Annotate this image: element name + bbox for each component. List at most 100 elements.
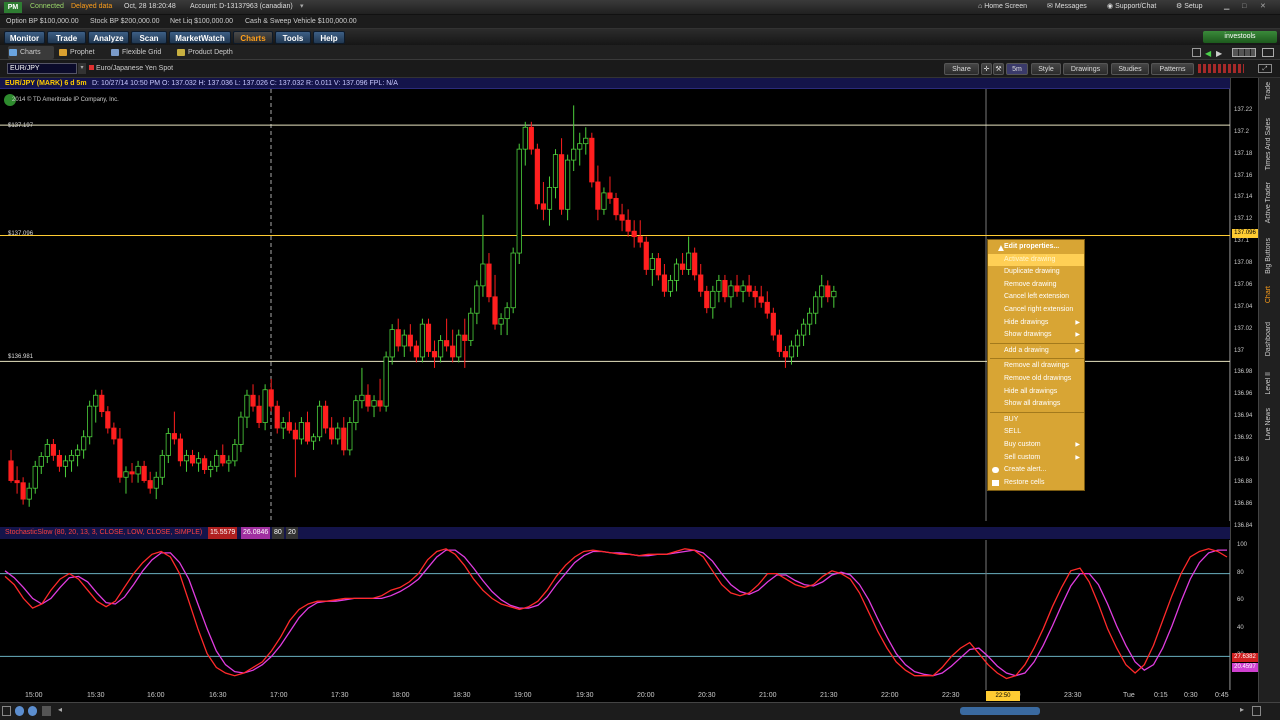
setup-link[interactable]: ⚙ Setup	[1176, 1, 1203, 13]
time-tick-label: 21:00	[759, 692, 777, 699]
candle	[238, 411, 244, 453]
gear-icon: ⚙	[1176, 3, 1185, 10]
price-tick-label: 136.92	[1234, 435, 1253, 442]
patterns-button[interactable]: Patterns	[1151, 63, 1194, 75]
menu-item-hide-drawings[interactable]: Hide drawings ▶	[988, 317, 1084, 329]
maximize-chart-icon[interactable]: ⤢	[1258, 64, 1272, 73]
menu-item-show-all-drawings[interactable]: Show all drawings	[988, 398, 1084, 410]
style-button[interactable]: Style	[1031, 63, 1061, 75]
tab-marketwatch[interactable]: MarketWatch	[169, 31, 231, 44]
menu-item-cancel-left-extension[interactable]: Cancel left extension	[988, 291, 1084, 303]
menu-item-add-a-drawing[interactable]: Add a drawing ▶	[988, 345, 1084, 357]
candle	[782, 346, 789, 368]
candle	[226, 455, 232, 472]
reset-icon[interactable]	[42, 706, 51, 716]
sidebar-item-level-ii[interactable]: Level II	[1265, 372, 1272, 395]
sidebar-item-trade[interactable]: Trade	[1265, 82, 1272, 100]
chart-scrollbar-thumb[interactable]	[960, 707, 1040, 715]
crosshair-icon[interactable]: ✛	[981, 63, 992, 75]
ohlc-readout: D: 10/27/14 10:50 PM O: 137.032 H: 137.0…	[92, 80, 398, 87]
sidebar-item-times-and-sales[interactable]: Times And Sales	[1265, 118, 1272, 170]
menu-item-create-alert[interactable]: Create alert...	[988, 464, 1084, 476]
symbol-input[interactable]	[7, 63, 77, 74]
candle	[819, 274, 825, 308]
time-tick-label: 0:15	[1154, 692, 1168, 699]
time-tick-label: Tue	[1123, 692, 1135, 699]
menu-item-remove-all-drawings[interactable]: Remove all drawings	[988, 360, 1084, 372]
activity-indicator	[1198, 64, 1244, 73]
candle	[825, 280, 831, 303]
tab-charts[interactable]: Charts	[233, 31, 273, 44]
delayed-data-label: Delayed data	[71, 3, 113, 10]
price-tick-label: 137.18	[1234, 150, 1253, 157]
link-icon[interactable]	[1192, 48, 1201, 57]
drawings-button[interactable]: Drawings	[1063, 63, 1108, 75]
wrench-icon[interactable]: ⚒	[993, 63, 1004, 75]
pm-logo: PM	[4, 2, 22, 13]
arrow-right-icon[interactable]: ▶	[1216, 49, 1222, 58]
quote-bar: EUR/JPY (MARK) 6 d 5m D: 10/27/14 10:50 …	[0, 78, 1230, 89]
net-liq: Net Liq $100,000.00	[170, 18, 234, 25]
price-axis[interactable]: 137.22 137.2 137.18 137.16 137.14 137.12 137.1…	[1230, 78, 1258, 690]
subtab-charts[interactable]: Charts	[8, 46, 54, 59]
symbol-dropdown-icon[interactable]: ▾	[78, 63, 86, 74]
sidebar-item-live-news[interactable]: Live News	[1265, 408, 1272, 440]
minimize-button[interactable]: ▁	[1224, 1, 1229, 13]
sidebar-item-big-buttons[interactable]: Big Buttons	[1265, 238, 1272, 274]
menu-item-show-drawings[interactable]: Show drawings ▶	[988, 329, 1084, 341]
studies-button[interactable]: Studies	[1111, 63, 1149, 75]
arrow-left-icon[interactable]: ◀	[1205, 49, 1211, 58]
chevron-down-icon[interactable]: ▾	[300, 1, 304, 13]
pan-icon[interactable]	[28, 706, 37, 716]
sidebar-item-active-trader[interactable]: Active Trader	[1265, 182, 1272, 223]
subtab-prophet[interactable]: Prophet	[58, 46, 106, 59]
candle	[177, 433, 184, 467]
sidebar-item-chart[interactable]: Chart	[1265, 286, 1272, 303]
menu-item-restore-cells[interactable]: Restore cells	[988, 477, 1084, 489]
detach-window-icon[interactable]	[1262, 48, 1274, 57]
investools-button[interactable]: investools	[1203, 31, 1277, 43]
menu-item-sell[interactable]: SELL	[988, 426, 1084, 438]
menu-item-cancel-right-extension[interactable]: Cancel right extension	[988, 304, 1084, 316]
subtab-flexible-grid[interactable]: Flexible Grid	[110, 46, 172, 59]
candle	[583, 127, 589, 155]
tab-tools[interactable]: Tools	[275, 31, 311, 44]
timeframe-button[interactable]: 5m	[1006, 63, 1028, 75]
expand-icon[interactable]	[1252, 706, 1261, 716]
menu-item-remove-old-drawings[interactable]: Remove old drawings	[988, 373, 1084, 385]
menu-item-hide-all-drawings[interactable]: Hide all drawings	[988, 386, 1084, 398]
support-chat-link[interactable]: ◉ Support/Chat	[1107, 1, 1156, 13]
scroll-left-icon[interactable]: ◂	[58, 705, 62, 714]
subtab-product-depth[interactable]: Product Depth	[176, 46, 242, 59]
stoch-k-tag: 27.6382	[1232, 653, 1258, 662]
layout-grid-icon[interactable]	[1232, 48, 1256, 57]
tab-analyze[interactable]: Analyze	[88, 31, 129, 44]
menu-item-remove-drawing[interactable]: Remove drawing	[988, 279, 1084, 291]
menu-item-buy-custom[interactable]: Buy custom ▶	[988, 439, 1084, 451]
tab-trade[interactable]: Trade	[47, 31, 86, 44]
depth-icon	[177, 49, 185, 56]
oversold-value: 20	[286, 527, 298, 539]
scroll-right-icon[interactable]: ▸	[1240, 705, 1244, 714]
maximize-button[interactable]: □	[1242, 1, 1246, 13]
settings-icon[interactable]	[2, 706, 11, 716]
candle	[256, 395, 262, 429]
menu-item-buy[interactable]: BUY	[988, 414, 1084, 426]
menu-item-sell-custom[interactable]: Sell custom ▶	[988, 452, 1084, 464]
home-screen-link[interactable]: ⌂ Home Screen	[978, 1, 1027, 13]
share-button[interactable]: Share	[944, 63, 979, 75]
cash-sweep: Cash & Sweep Vehicle $100,000.00	[245, 18, 357, 25]
tab-scan[interactable]: Scan	[131, 31, 167, 44]
tab-help[interactable]: Help	[313, 31, 345, 44]
sidebar-item-dashboard[interactable]: Dashboard	[1265, 322, 1272, 356]
tab-monitor[interactable]: Monitor	[4, 31, 45, 44]
menu-item-duplicate-drawing[interactable]: Duplicate drawing	[988, 266, 1084, 278]
stochastic-panel[interactable]	[0, 540, 1230, 690]
account-select[interactable]: Account: D-13137963 (canadian)	[190, 1, 293, 13]
close-icon[interactable]: ✕	[1260, 1, 1266, 13]
zoom-icon[interactable]	[15, 706, 24, 716]
price-tick-label: 137.14	[1234, 194, 1253, 201]
menu-item-activate-drawing[interactable]: Activate drawing	[988, 253, 1084, 266]
messages-link[interactable]: ✉ Messages	[1047, 1, 1087, 13]
datetime-label: Oct, 28 18:20:48	[124, 3, 176, 10]
